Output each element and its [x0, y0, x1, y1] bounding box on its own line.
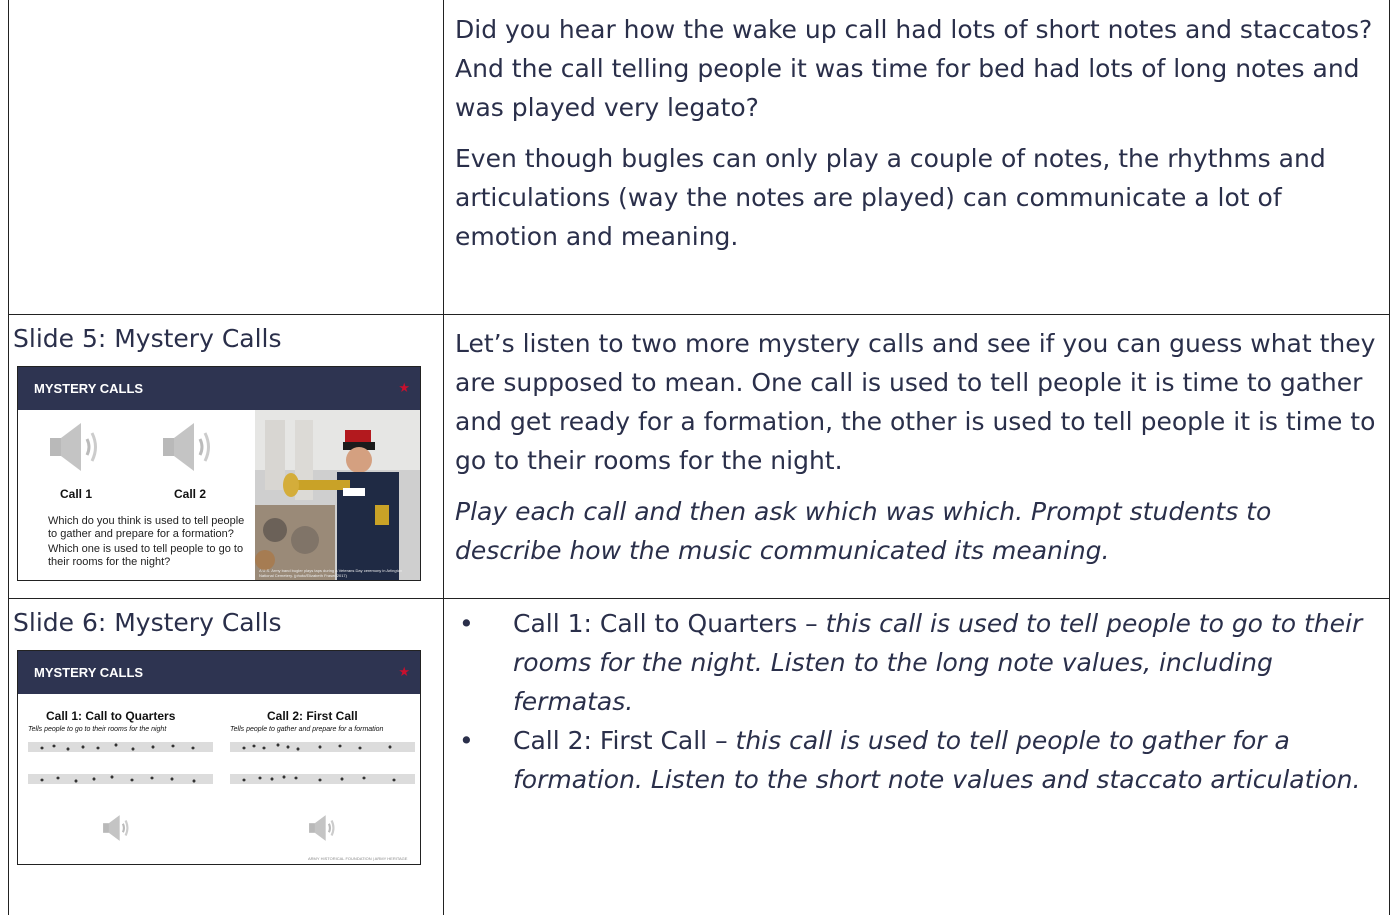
bullet-icon: •: [459, 726, 474, 755]
slide-header-title: MYSTERY CALLS: [34, 665, 144, 680]
bullet-icon: •: [459, 609, 474, 638]
bullet-list: • Call 1: Call to Quarters – this call i…: [455, 604, 1380, 799]
slide6-title: Slide 6: Mystery Calls: [13, 608, 282, 637]
table: Did you hear how the wake up call had lo…: [8, 0, 1390, 915]
slide5-title: Slide 5: Mystery Calls: [13, 324, 282, 353]
slide5-question-1: Which do you think is used to tell peopl…: [48, 515, 245, 540]
row2-notes: Let’s listen to two more mystery calls a…: [455, 324, 1380, 582]
call2-label: Call 2: [174, 487, 207, 501]
call2-subtitle: Tells people to gather and prepare for a…: [230, 726, 384, 733]
slide5-question-2: Which one is used to tell people to go t…: [48, 543, 244, 568]
speaker-icon: [50, 423, 97, 471]
slide5-thumbnail[interactable]: MYSTERY CALLS ★ Call 1 Call 2 Which do y…: [17, 366, 421, 581]
star-icon: ★: [398, 664, 410, 679]
slide-header-title: MYSTERY CALLS: [34, 381, 144, 396]
row1-paragraph-1: Did you hear how the wake up call had lo…: [455, 15, 1373, 122]
call1-sheet-music: [28, 742, 213, 784]
row-divider: [9, 598, 1389, 599]
row1-paragraph-2: Even though bugles can only play a coupl…: [455, 144, 1326, 251]
slide6-thumbnail[interactable]: MYSTERY CALLS ★ Call 1: Call to Quarters…: [17, 650, 421, 865]
call2-sheet-music: [230, 742, 415, 784]
photo-caption: A U.S. Army band bugler plays taps durin…: [259, 568, 403, 578]
speaker-icon: [163, 423, 210, 471]
row1-notes: Did you hear how the wake up call had lo…: [455, 10, 1380, 268]
bullet1-label: Call 1: Call to Quarters –: [513, 609, 826, 638]
bugler-photo: A U.S. Army band bugler plays taps durin…: [255, 410, 420, 580]
slide-footer: ARMY HISTORICAL FOUNDATION | ARMY HERITA…: [308, 856, 408, 861]
list-item: • Call 1: Call to Quarters – this call i…: [455, 604, 1380, 721]
slide-header: MYSTERY CALLS ★: [18, 367, 420, 410]
speaker-icon: [309, 815, 335, 841]
row2-paragraph-2: Play each call and then ask which was wh…: [455, 497, 1272, 565]
column-divider: [443, 0, 444, 915]
bullet2-label: Call 2: First Call –: [513, 726, 736, 755]
row3-notes: • Call 1: Call to Quarters – this call i…: [455, 604, 1380, 799]
call1-title: Call 1: Call to Quarters: [46, 709, 176, 723]
list-item: • Call 2: First Call – this call is used…: [455, 721, 1380, 799]
slide-header: MYSTERY CALLS ★: [18, 651, 420, 694]
row2-paragraph-1: Let’s listen to two more mystery calls a…: [455, 329, 1376, 475]
call1-label: Call 1: [60, 487, 93, 501]
speaker-icon: [103, 815, 129, 841]
call1-subtitle: Tells people to go to their rooms for th…: [28, 726, 167, 733]
row-divider: [9, 314, 1389, 315]
call2-title: Call 2: First Call: [267, 709, 358, 723]
star-icon: ★: [398, 380, 410, 395]
